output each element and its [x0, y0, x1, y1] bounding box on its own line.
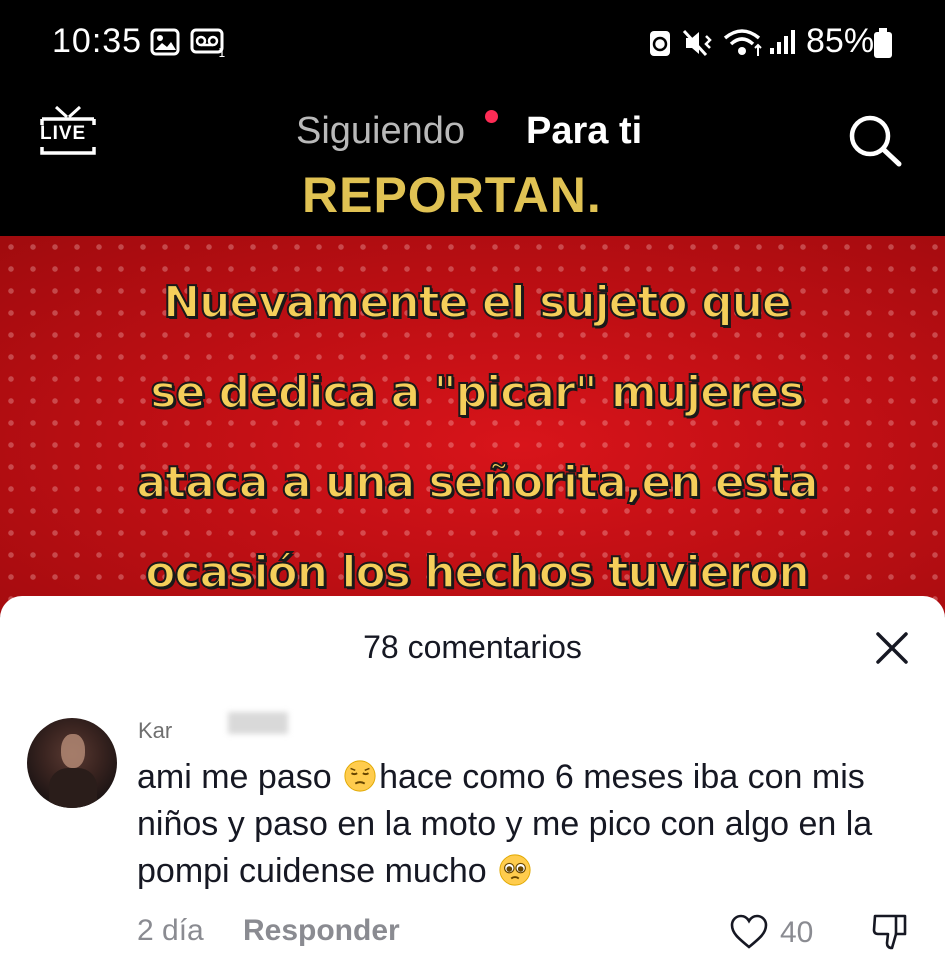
pensive-face-icon [344, 760, 376, 792]
caption-line: ataca a una señorita,en esta [135, 456, 819, 509]
clock: 10:35 [52, 22, 143, 60]
battery-icon [874, 28, 892, 58]
caption-line: Nuevamente el sujeto que [162, 276, 793, 329]
heart-icon[interactable] [730, 914, 768, 950]
close-icon[interactable] [870, 626, 914, 670]
pleading-face-icon [499, 854, 531, 886]
comment-username[interactable]: Kar [138, 718, 172, 744]
mute-vibrate-icon [682, 29, 712, 57]
wifi-icon [723, 29, 762, 56]
video-player[interactable]: Nuevamente el sujeto que se dedica a "pi… [0, 236, 945, 616]
search-icon[interactable] [845, 112, 907, 168]
avatar[interactable] [27, 718, 117, 808]
status-bar: 10:35 1 85% [0, 0, 945, 90]
like-count: 40 [780, 916, 814, 949]
comment-text: ami me paso hace como 6 meses iba con mi… [137, 758, 873, 890]
battery-saver-icon [650, 31, 670, 56]
image-notification-icon [150, 28, 180, 56]
reply-button[interactable]: Responder [243, 914, 400, 948]
comments-sheet: 78 comentarios Kar ami me paso hace como… [0, 596, 945, 977]
dislike-icon[interactable] [870, 912, 910, 952]
video-caption: Nuevamente el sujeto que se dedica a "pi… [62, 258, 892, 616]
video-brand-text: REPORTAN. [302, 167, 602, 223]
caption-line: se dedica a "picar" mujeres [149, 366, 805, 419]
svg-text:1: 1 [218, 46, 226, 58]
voicemail-icon: 1 [190, 28, 226, 58]
username-redaction [228, 712, 288, 734]
battery-percent: 85% [806, 22, 875, 60]
signal-icon [770, 30, 795, 54]
comment-date: 2 día [137, 914, 204, 947]
tab-following[interactable]: Siguiendo [296, 110, 465, 153]
comments-count-title: 78 comentarios [363, 629, 582, 665]
live-label: LIVE [40, 123, 87, 144]
tab-for-you[interactable]: Para ti [526, 110, 642, 153]
notification-dot [485, 110, 498, 123]
live-button[interactable]: LIVE [36, 105, 100, 165]
